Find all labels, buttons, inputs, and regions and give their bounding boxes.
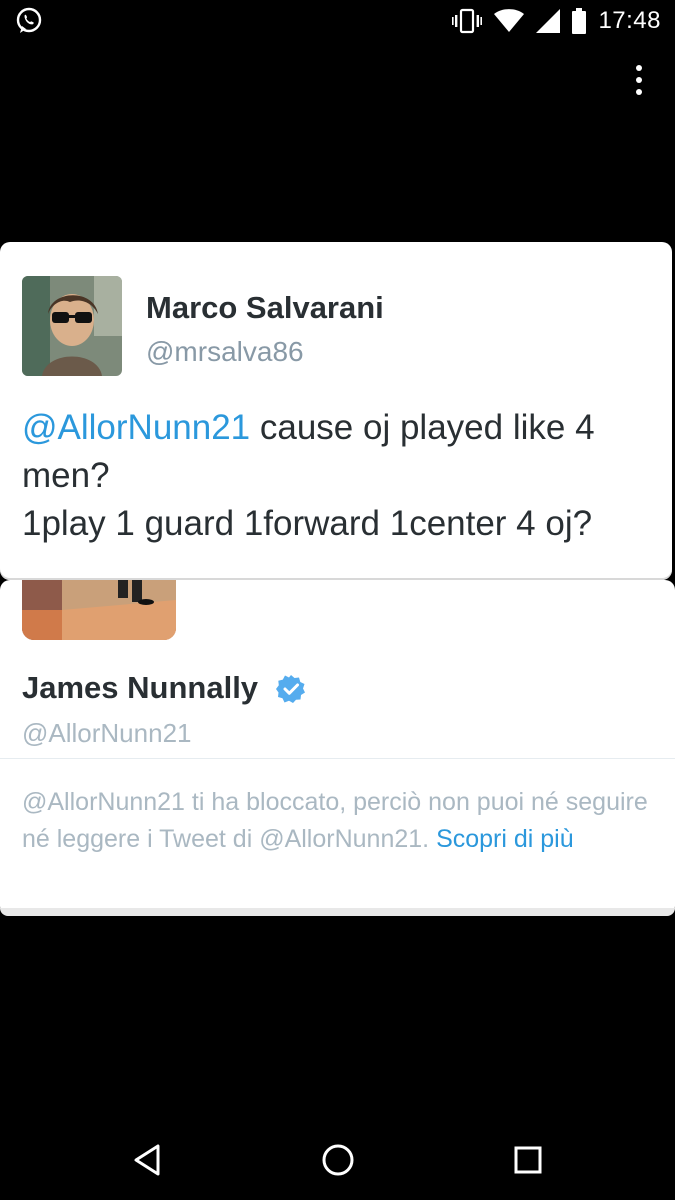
whatsapp-icon: [16, 7, 42, 33]
tweet-mention-link[interactable]: @AllorNunn21: [22, 408, 250, 447]
status-icons: 17:48: [452, 6, 661, 36]
overflow-menu-icon[interactable]: [631, 64, 647, 96]
card-bottom-edge: [0, 908, 675, 916]
profile-avatar[interactable]: [22, 580, 176, 640]
learn-more-link[interactable]: Scopri di più: [436, 825, 574, 853]
profile-name[interactable]: James Nunnally: [22, 670, 258, 706]
battery-icon: [572, 8, 587, 34]
profile-handle: @AllorNunn21: [22, 718, 192, 748]
navigation-bar: [0, 1110, 675, 1200]
profile-card: James Nunnally @AllorNunn21 @AllorNunn21…: [0, 580, 675, 916]
tweet-text-line2: 1play 1 guard 1forward 1center 4 oj?: [22, 504, 593, 543]
tweet-card[interactable]: Marco Salvarani @mrsalva86 @AllorNunn21 …: [0, 242, 672, 580]
signal-icon: [536, 9, 561, 33]
status-bar: 17:48: [0, 0, 675, 42]
home-icon[interactable]: [318, 1140, 358, 1180]
back-icon[interactable]: [128, 1140, 168, 1180]
verified-badge-icon: [276, 675, 305, 703]
vibrate-icon: [452, 8, 483, 34]
recents-icon[interactable]: [508, 1140, 548, 1180]
tweet-author-name[interactable]: Marco Salvarani: [146, 290, 384, 326]
screen: 17:48 Marco Salvarani @mrsalva86 @AllorN…: [0, 0, 675, 1200]
tweet-author-handle[interactable]: @mrsalva86: [146, 336, 304, 368]
wifi-icon: [494, 9, 525, 32]
blocked-notice: @AllorNunn21 ti ha bloccato, perciò non …: [22, 784, 652, 858]
tweet-author-avatar[interactable]: [22, 276, 122, 376]
tweet-text: @AllorNunn21 cause oj played like 4 men?…: [22, 404, 652, 548]
status-time: 17:48: [598, 7, 661, 34]
divider: [0, 758, 675, 759]
